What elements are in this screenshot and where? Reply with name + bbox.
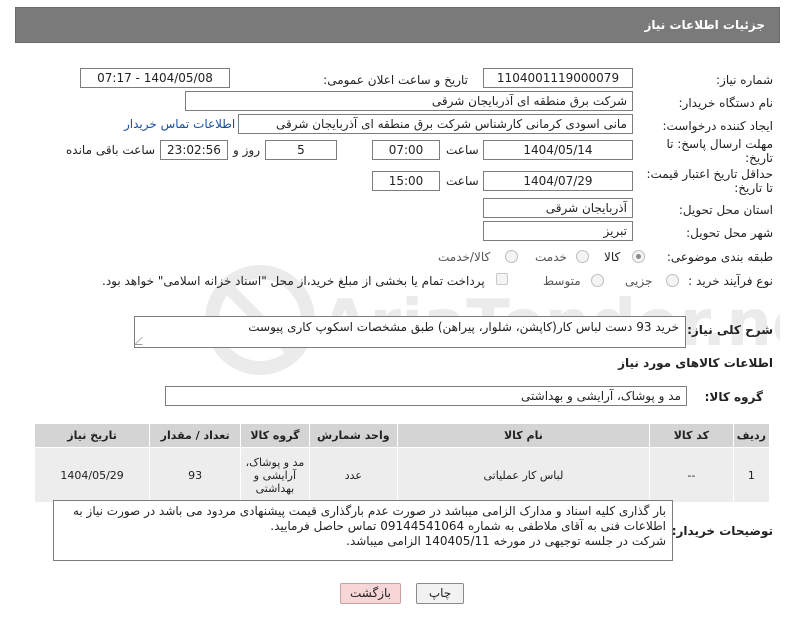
- col-date: تاریخ نیاز: [33, 423, 151, 448]
- remaining-time-label: ساعت باقی مانده: [66, 143, 156, 157]
- need-number-label: شماره نیاز:: [716, 73, 773, 87]
- col-name: نام کالا: [396, 423, 650, 448]
- print-button[interactable]: چاپ: [416, 583, 464, 604]
- buyer-notes-textarea: بار گذاری کلیه اسناد و مدارک الزامی میبا…: [53, 500, 673, 561]
- announce-datetime-field: 1404/05/08 - 07:17: [80, 68, 230, 88]
- description-label: شرح کلی نیاز:: [687, 323, 773, 337]
- delivery-province-label: استان محل تحویل:: [678, 203, 773, 217]
- cell-qty: 93: [149, 447, 242, 503]
- remaining-time-field: 23:02:56: [160, 140, 228, 160]
- purchase-type-radio-minor[interactable]: [666, 274, 679, 287]
- col-unit: واحد شمارش: [308, 423, 398, 448]
- details-header-bar: جزئیات اطلاعات نیاز: [15, 7, 780, 43]
- table-row: 1 -- لباس کار عملیاتی عدد مد و پوشاک، آر…: [33, 447, 771, 503]
- cell-group: مد و پوشاک، آرایشی و بهداشتی: [240, 447, 310, 503]
- reply-deadline-time-field: 07:00: [372, 140, 440, 160]
- description-textarea: خرید 93 دست لباس کار(کاپشن، شلوار، پیراه…: [134, 316, 686, 348]
- goods-group-label: گروه کالا:: [704, 390, 763, 404]
- price-validity-label-2: تا تاریخ:: [734, 181, 773, 195]
- cell-name: لباس کار عملیاتی: [396, 447, 650, 503]
- remaining-days-label: روز و: [233, 143, 260, 157]
- treasury-payment-checkbox[interactable]: [496, 273, 508, 285]
- buyer-notes-line-2: اطلاعات فنی به آقای ملاطفی به شماره 0914…: [270, 519, 666, 533]
- price-validity-time-label: ساعت: [446, 174, 479, 188]
- back-button[interactable]: بازگشت: [340, 583, 401, 604]
- col-row: ردیف: [732, 423, 771, 448]
- delivery-city-field: تبریز: [483, 221, 633, 241]
- price-validity-label-1: حداقل تاریخ اعتبار قیمت:: [646, 167, 773, 181]
- reply-deadline-label-1: مهلت ارسال پاسخ: تا: [666, 137, 773, 151]
- buyer-notes-line-3: شرکت در جلسه توجیهی در مورخه 140405/11 ا…: [346, 534, 666, 548]
- buyer-org-label: نام دستگاه خریدار:: [678, 96, 774, 110]
- treasury-payment-note: پرداخت تمام یا بخشی از مبلغ خرید،از محل …: [102, 274, 485, 288]
- purchase-type-option-minor: جزیی: [625, 274, 653, 288]
- col-qty: تعداد / مقدار: [149, 423, 242, 448]
- price-validity-time-field: 15:00: [372, 171, 440, 191]
- delivery-city-label: شهر محل تحویل:: [686, 226, 773, 240]
- category-radio-goods-service[interactable]: [505, 250, 518, 263]
- purchase-type-option-medium: متوسط: [543, 274, 581, 288]
- description-text: خرید 93 دست لباس کار(کاپشن، شلوار، پیراه…: [248, 320, 679, 334]
- buyer-contact-link[interactable]: اطلاعات تماس خریدار: [124, 117, 235, 131]
- cell-row: 1: [732, 447, 771, 503]
- col-code: کد کالا: [648, 423, 734, 448]
- category-option-goods-service: کالا/خدمت: [438, 250, 491, 264]
- purchase-type-label: نوع فرآیند خرید :: [688, 274, 773, 288]
- goods-table: ردیف کد کالا نام کالا واحد شمارش گروه کا…: [33, 423, 771, 503]
- purchase-type-radio-medium[interactable]: [591, 274, 604, 287]
- reply-deadline-date-field: 1404/05/14: [483, 140, 633, 160]
- goods-group-field: مد و پوشاک، آرایشی و بهداشتی: [165, 386, 687, 406]
- delivery-province-field: آذربایجان شرقی: [483, 198, 633, 218]
- goods-table-header: ردیف کد کالا نام کالا واحد شمارش گروه کا…: [33, 423, 771, 448]
- remaining-days-field: 5: [265, 140, 337, 160]
- buyer-notes-label: توضیحات خریدار:: [671, 524, 773, 538]
- category-radio-goods[interactable]: [632, 250, 645, 263]
- category-label: طبقه بندی موضوعی:: [666, 250, 773, 264]
- requester-field: مانی اسودی کرمانی کارشناس شرکت برق منطقه…: [238, 114, 633, 134]
- reply-deadline-time-label: ساعت: [446, 143, 479, 157]
- cell-code: --: [648, 447, 734, 503]
- category-option-service: خدمت: [535, 250, 567, 264]
- cell-date: 1404/05/29: [33, 447, 151, 503]
- reply-deadline-label-2: تاریخ:: [745, 151, 773, 165]
- category-option-goods: کالا: [604, 250, 621, 264]
- announce-datetime-label: تاریخ و ساعت اعلان عمومی:: [323, 73, 468, 87]
- page-title: جزئیات اطلاعات نیاز: [644, 18, 765, 32]
- col-group: گروه کالا: [240, 423, 310, 448]
- requester-label: ایجاد کننده درخواست:: [662, 119, 773, 133]
- goods-section-title: اطلاعات کالاهای مورد نیاز: [618, 356, 773, 370]
- buyer-org-field: شرکت برق منطقه ای آذربایجان شرقی: [185, 91, 633, 111]
- need-number-field: 1104001119000079: [483, 68, 633, 88]
- cell-unit: عدد: [308, 447, 398, 503]
- resize-handle-icon[interactable]: [134, 337, 150, 345]
- buyer-notes-line-1: بار گذاری کلیه اسناد و مدارک الزامی میبا…: [72, 504, 666, 518]
- category-radio-service[interactable]: [576, 250, 589, 263]
- price-validity-date-field: 1404/07/29: [483, 171, 633, 191]
